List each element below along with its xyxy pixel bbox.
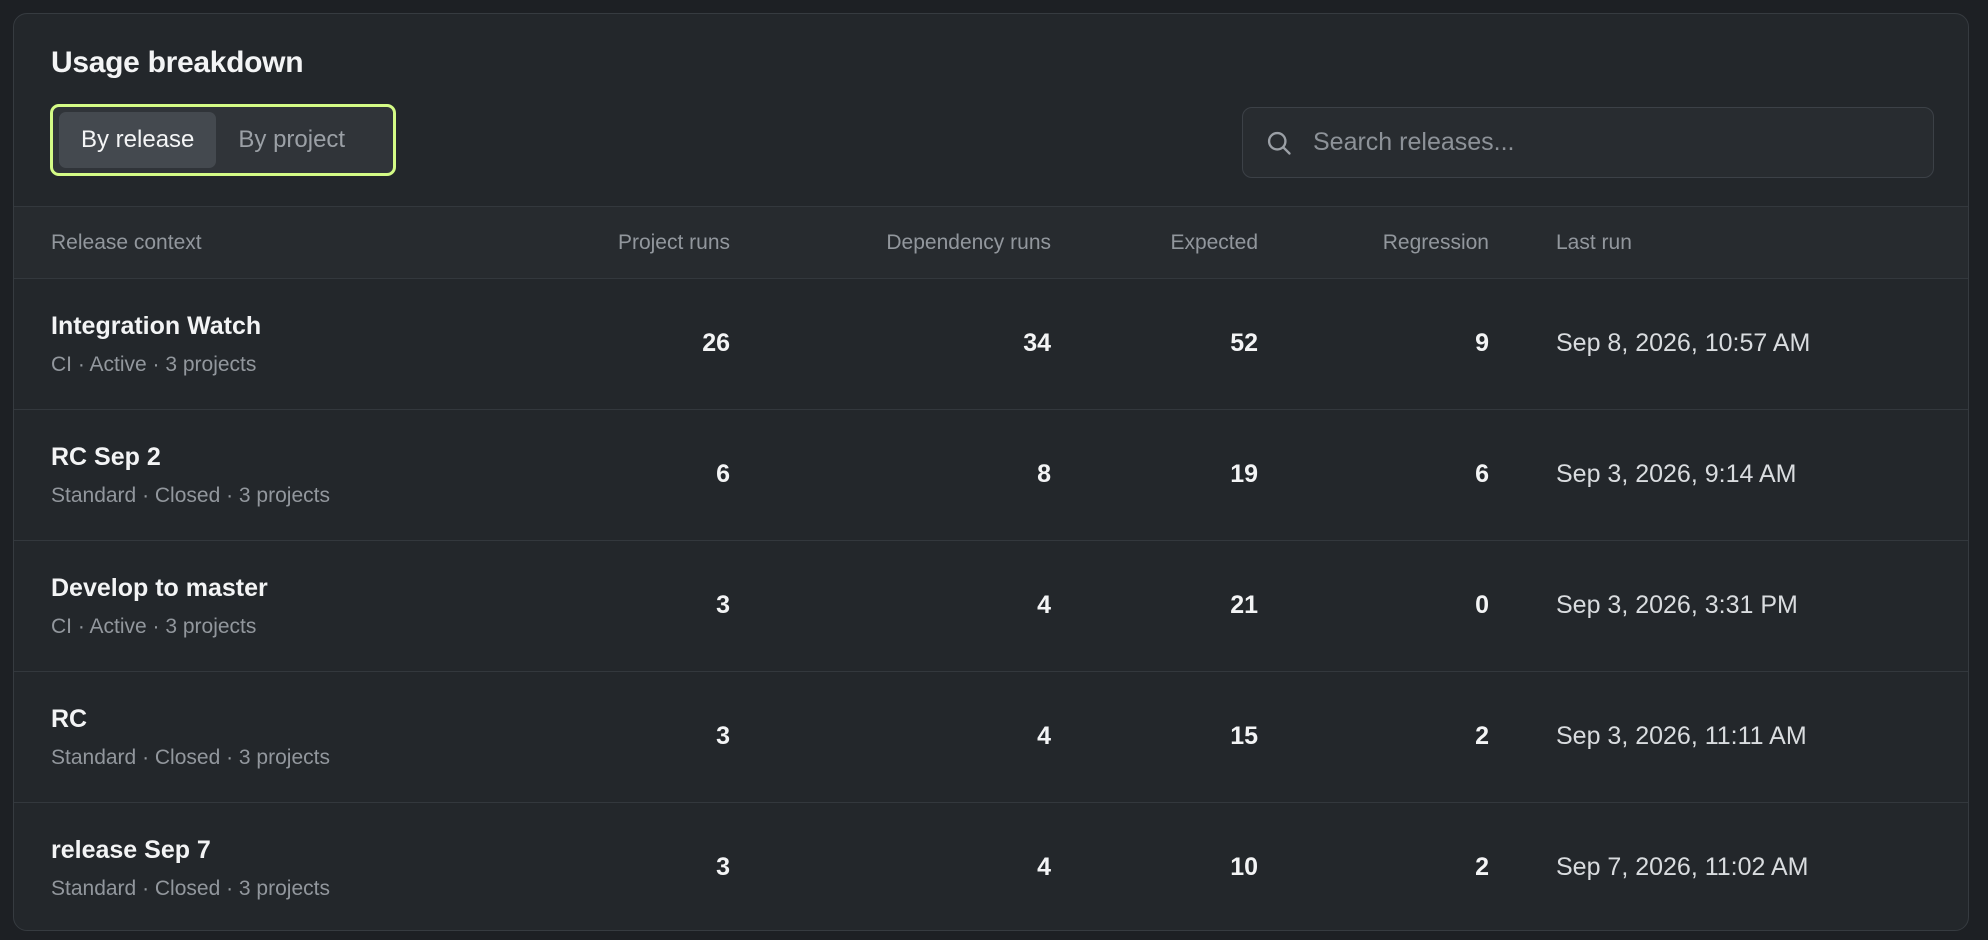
release-meta: Standard · Closed · 3 projects bbox=[51, 484, 330, 507]
expected-value: 15 bbox=[1230, 722, 1258, 750]
expected-value: 10 bbox=[1230, 853, 1258, 881]
dependency-runs-value: 34 bbox=[1023, 329, 1051, 357]
release-meta: CI · Active · 3 projects bbox=[51, 615, 257, 638]
by-project-tab[interactable]: By project bbox=[224, 112, 361, 168]
dependency-runs-value: 4 bbox=[1037, 591, 1051, 619]
search-input[interactable] bbox=[1311, 127, 1915, 158]
column-header-regression[interactable]: Regression bbox=[1383, 207, 1489, 278]
regression-value: 6 bbox=[1475, 460, 1489, 488]
regression-value: 2 bbox=[1475, 722, 1489, 750]
dependency-runs-value: 4 bbox=[1037, 853, 1051, 881]
release-name: Develop to master bbox=[51, 574, 268, 602]
release-name: release Sep 7 bbox=[51, 836, 211, 864]
table-row[interactable]: RC Sep 2 Standard · Closed · 3 projects … bbox=[14, 410, 1968, 541]
expected-value: 21 bbox=[1230, 591, 1258, 619]
regression-value: 0 bbox=[1475, 591, 1489, 619]
project-runs-value: 26 bbox=[702, 329, 730, 357]
column-header-dependency-runs[interactable]: Dependency runs bbox=[886, 207, 1051, 278]
release-name: RC Sep 2 bbox=[51, 443, 161, 471]
table-row[interactable]: Develop to master CI · Active · 3 projec… bbox=[14, 541, 1968, 672]
column-header-expected[interactable]: Expected bbox=[1170, 207, 1258, 278]
expected-value: 19 bbox=[1230, 460, 1258, 488]
regression-value: 9 bbox=[1475, 329, 1489, 357]
last-run-value: Sep 3, 2026, 11:11 AM bbox=[1556, 722, 1807, 750]
release-name: Integration Watch bbox=[51, 312, 262, 340]
expected-value: 52 bbox=[1230, 329, 1258, 357]
release-meta: CI · Active · 3 projects bbox=[51, 353, 257, 376]
table-row[interactable]: Integration Watch CI · Active · 3 projec… bbox=[14, 279, 1968, 410]
by-release-tab[interactable]: By release bbox=[59, 112, 217, 168]
table-row[interactable]: RC Standard · Closed · 3 projects 3 4 15… bbox=[14, 672, 1968, 803]
dependency-runs-value: 8 bbox=[1037, 460, 1051, 488]
usage-breakdown-panel: Usage breakdown By release By project Re… bbox=[13, 13, 1969, 931]
last-run-value: Sep 8, 2026, 10:57 AM bbox=[1556, 329, 1811, 357]
last-run-value: Sep 7, 2026, 11:02 AM bbox=[1556, 853, 1809, 881]
view-toggle: By release By project bbox=[50, 104, 396, 176]
project-runs-value: 6 bbox=[716, 460, 730, 488]
last-run-value: Sep 3, 2026, 3:31 PM bbox=[1556, 591, 1798, 619]
last-run-value: Sep 3, 2026, 9:14 AM bbox=[1556, 460, 1797, 488]
column-header-release-context[interactable]: Release context bbox=[51, 207, 202, 278]
table-row[interactable]: release Sep 7 Standard · Closed · 3 proj… bbox=[14, 803, 1968, 930]
release-name: RC bbox=[51, 705, 88, 733]
project-runs-value: 3 bbox=[716, 853, 730, 881]
search-box bbox=[1242, 107, 1934, 178]
dependency-runs-value: 4 bbox=[1037, 722, 1051, 750]
table-header: Release context Project runs Dependency … bbox=[14, 206, 1968, 279]
release-meta: Standard · Closed · 3 projects bbox=[51, 746, 330, 769]
column-header-project-runs[interactable]: Project runs bbox=[618, 207, 730, 278]
release-meta: Standard · Closed · 3 projects bbox=[51, 877, 330, 900]
panel-title: Usage breakdown bbox=[51, 46, 304, 79]
project-runs-value: 3 bbox=[716, 722, 730, 750]
regression-value: 2 bbox=[1475, 853, 1489, 881]
project-runs-value: 3 bbox=[716, 591, 730, 619]
search-icon bbox=[1267, 131, 1291, 155]
column-header-last-run[interactable]: Last run bbox=[1556, 207, 1632, 278]
